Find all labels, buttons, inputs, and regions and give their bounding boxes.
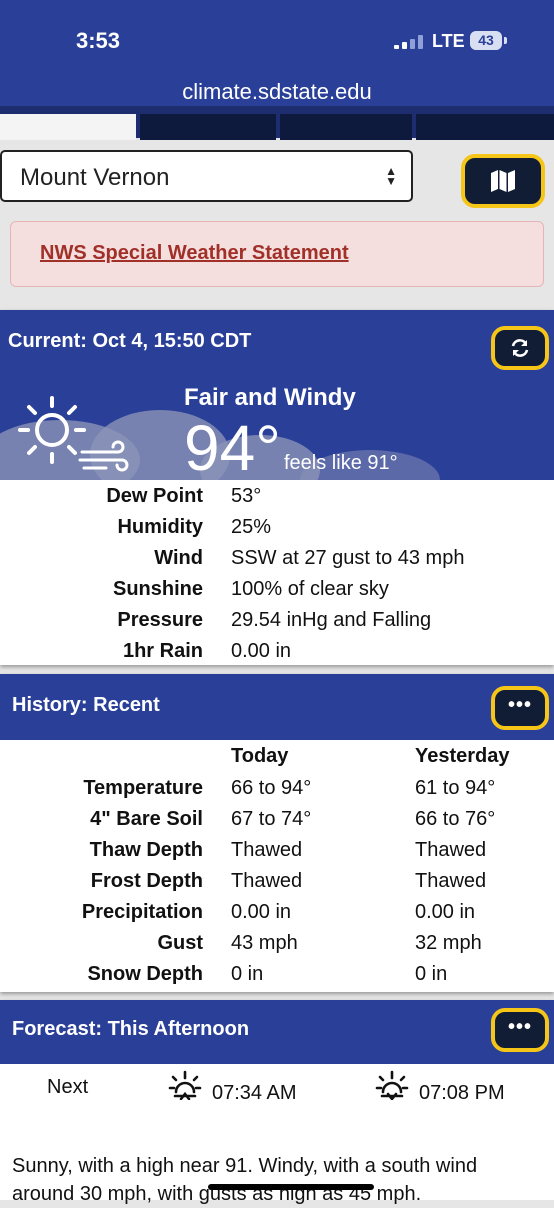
tab-1[interactable]	[0, 114, 136, 140]
map-button[interactable]	[461, 154, 545, 208]
forecast-more-button[interactable]: •••	[491, 1008, 549, 1052]
sunrise-time: 07:34 AM	[212, 1082, 297, 1104]
detail-value: SSW at 27 gust to 43 mph	[231, 547, 465, 569]
current-temperature: 94°	[184, 412, 281, 484]
detail-value: 25%	[231, 516, 272, 538]
detail-label: Pressure	[117, 609, 203, 631]
map-icon	[491, 170, 515, 192]
sunset-time: 07:08 PM	[419, 1082, 505, 1104]
url-text: climate.sdstate.edu	[182, 79, 372, 104]
history-today: 43 mph	[231, 932, 298, 954]
refresh-icon	[511, 339, 529, 357]
history-today: 67 to 74°	[231, 808, 312, 830]
signal-icon	[394, 35, 423, 49]
history-yesterday: 0 in	[415, 963, 448, 985]
current-condition: Fair and Windy	[184, 384, 356, 411]
tab-4[interactable]	[416, 114, 554, 140]
more-icon: •••	[507, 694, 532, 716]
sunset-icon	[375, 1070, 409, 1100]
current-header: Current: Oct 4, 15:50 CDT	[0, 310, 554, 380]
detail-value: 53°	[231, 485, 262, 507]
history-label: Temperature	[83, 777, 203, 799]
nav-tabs	[0, 106, 554, 140]
history-yesterday: 32 mph	[415, 932, 482, 954]
detail-value: 29.54 inHg and Falling	[231, 609, 432, 631]
current-title: Current: Oct 4, 15:50 CDT	[8, 330, 252, 352]
sunrise-icon	[168, 1070, 202, 1100]
history-title: History: Recent	[12, 694, 160, 716]
history-header: History: Recent	[0, 674, 554, 740]
detail-label: Dew Point	[106, 485, 203, 507]
status-bar: 3:53 LTE 43	[0, 0, 554, 70]
network-label: LTE	[432, 31, 465, 51]
detail-label: 1hr Rain	[122, 640, 203, 662]
location-select[interactable]: Mount Vernon ▲ ▼	[0, 150, 413, 202]
location-select-value: Mount Vernon	[20, 164, 170, 191]
history-label: Precipitation	[81, 901, 203, 923]
forecast-body: Next 07:34 AM 07:08 PM Sunny, with a hig…	[0, 1064, 554, 1205]
detail-value: 100% of clear sky	[231, 578, 389, 600]
detail-value: 0.00 in	[231, 640, 292, 662]
detail-label: Sunshine	[112, 578, 203, 600]
history-today: 66 to 94°	[231, 777, 312, 799]
history-label: Gust	[157, 932, 203, 954]
history-label: 4" Bare Soil	[90, 808, 203, 830]
select-arrows-icon: ▲ ▼	[385, 164, 397, 188]
forecast-card: Forecast: This Afternoon	[0, 1000, 554, 1064]
detail-label: Wind	[154, 547, 203, 569]
history-label: Thaw Depth	[89, 839, 203, 861]
detail-label: Humidity	[117, 516, 203, 538]
history-label: Frost Depth	[90, 870, 203, 892]
history-today: Thawed	[231, 839, 303, 861]
alert-link[interactable]: NWS Special Weather Statement	[40, 242, 349, 265]
history-today: 0 in	[231, 963, 264, 985]
history-more-button[interactable]: •••	[491, 686, 549, 730]
history-today: 0.00 in	[231, 901, 292, 923]
forecast-next[interactable]: Next	[47, 1076, 88, 1099]
battery-tip	[504, 37, 507, 44]
more-icon: •••	[507, 1016, 532, 1038]
history-yesterday: 0.00 in	[415, 901, 476, 923]
history-yesterday: 66 to 76°	[415, 808, 496, 830]
history-yesterday: Thawed	[415, 870, 487, 892]
history-yesterday: 61 to 94°	[415, 777, 496, 799]
battery-icon: 43	[470, 31, 502, 50]
history-label: Snow Depth	[87, 963, 203, 985]
status-time: 3:53	[76, 28, 121, 53]
forecast-header: Forecast: This Afternoon	[0, 1000, 554, 1064]
history-yesterday: Thawed	[415, 839, 487, 861]
col-today: Today	[231, 745, 289, 767]
forecast-title: Forecast: This Afternoon	[12, 1018, 250, 1040]
home-indicator[interactable]	[208, 1184, 374, 1190]
weather-alert: NWS Special Weather Statement	[10, 221, 544, 287]
tab-2[interactable]	[140, 114, 276, 140]
history-today: Thawed	[231, 870, 303, 892]
sun-wind-icon	[18, 396, 129, 472]
feels-like: feels like 91°	[284, 452, 398, 474]
tab-3[interactable]	[280, 114, 412, 140]
col-yesterday: Yesterday	[415, 745, 510, 767]
refresh-button[interactable]	[491, 326, 549, 370]
